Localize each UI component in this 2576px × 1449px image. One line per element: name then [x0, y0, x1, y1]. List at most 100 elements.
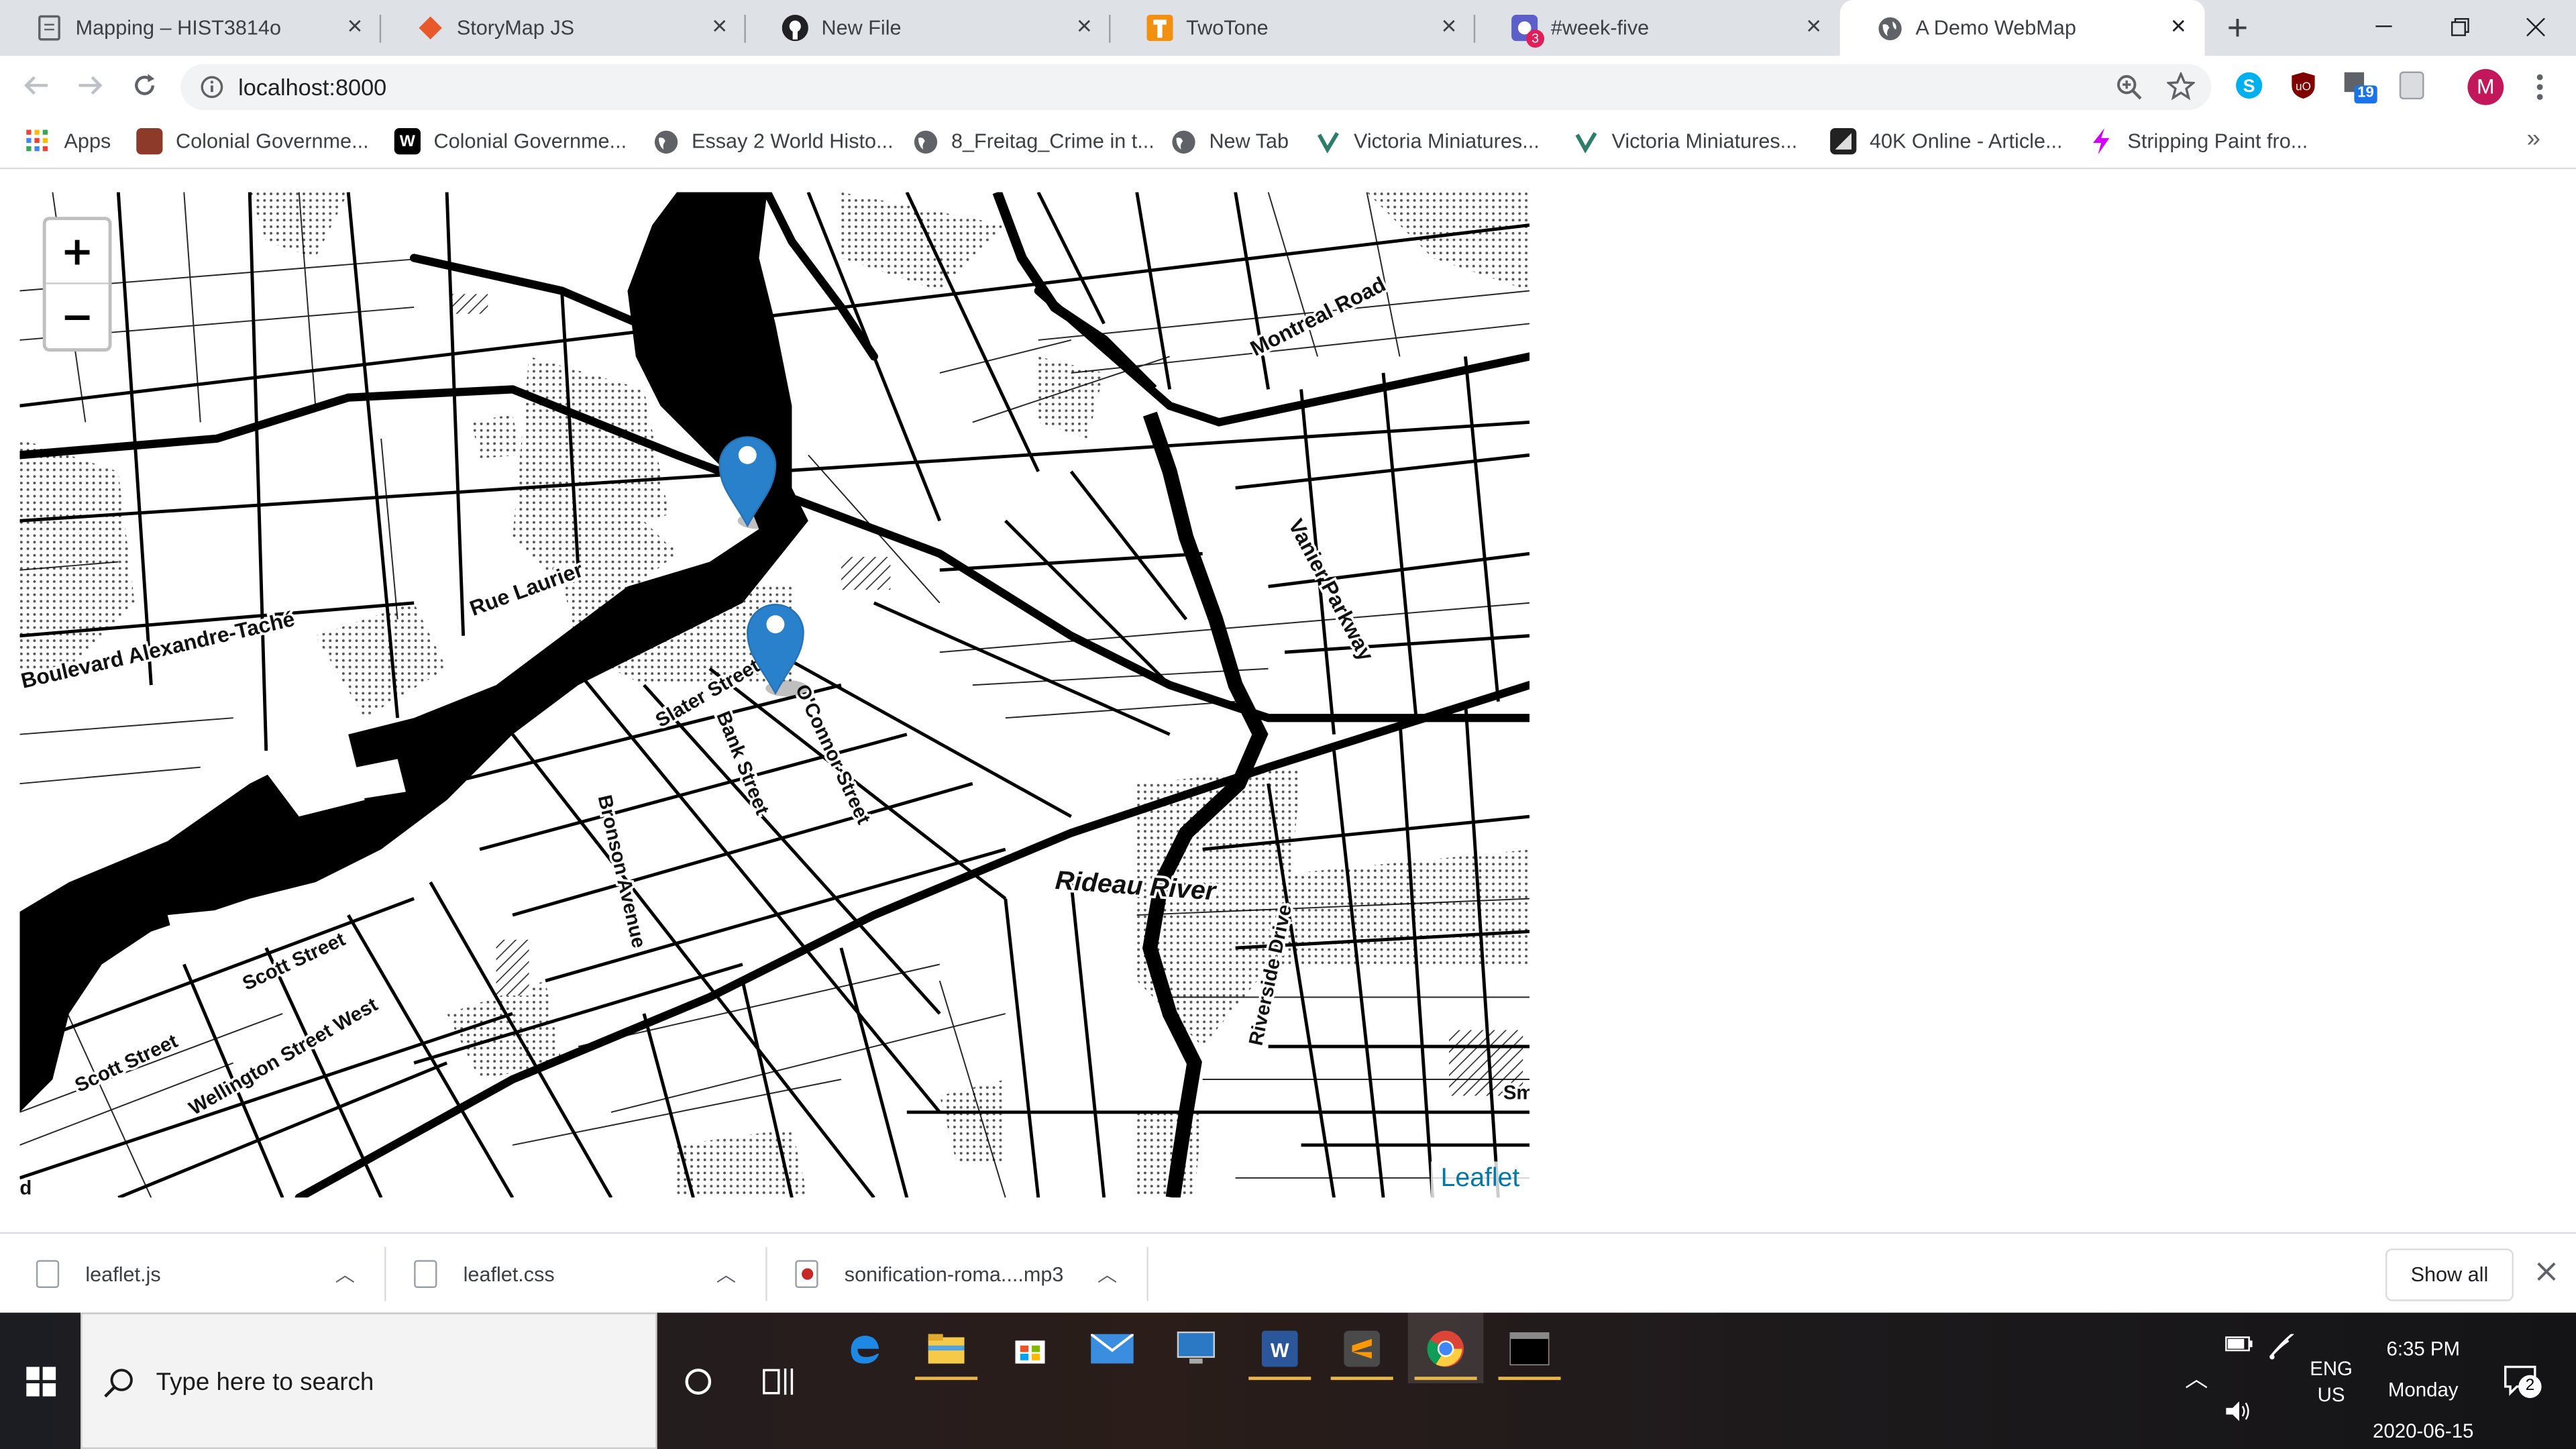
tab-twotone[interactable]: TwoTone ×	[1111, 0, 1476, 56]
task-view-icon[interactable]	[741, 1346, 816, 1416]
action-center-icon[interactable]: 2	[2504, 1365, 2543, 1403]
label-vanier-parkway: Vanier Parkway	[1284, 515, 1379, 665]
reload-button[interactable]	[127, 67, 163, 103]
bookmark-victoria-1[interactable]: Victoria Miniatures...	[1314, 127, 1540, 156]
reader-icon[interactable]	[2397, 70, 2426, 100]
skype-icon[interactable]: S	[2235, 70, 2264, 100]
globe-icon	[912, 128, 938, 154]
divider	[765, 1246, 767, 1301]
css-file-icon	[414, 1260, 437, 1289]
bookmark-stripping-paint[interactable]: Stripping Paint fro...	[2088, 127, 2308, 156]
globe-icon	[1170, 128, 1196, 154]
word-icon[interactable]: W	[1242, 1313, 1318, 1383]
close-tab-icon[interactable]: ×	[706, 14, 733, 41]
back-button[interactable]	[18, 67, 54, 103]
notification-badge: 3	[1526, 30, 1545, 48]
clock-date: 2020-06-15	[2373, 1419, 2474, 1443]
storymap-icon	[417, 15, 443, 41]
label-montreal-road: Montreal Road	[1246, 272, 1389, 360]
svg-text:W: W	[1271, 1339, 1289, 1361]
restore-button[interactable]	[2422, 0, 2498, 52]
bookmark-victoria-2[interactable]: Victoria Miniatures...	[1572, 127, 1797, 156]
start-button[interactable]	[0, 1313, 80, 1449]
bookmark-colonial-1[interactable]: Colonial Governme...	[136, 127, 369, 156]
extension-calendar-icon[interactable]: 19	[2343, 70, 2377, 104]
bookmark-colonial-2[interactable]: W Colonial Governme...	[394, 127, 627, 156]
terminal-icon[interactable]	[1492, 1313, 1568, 1383]
menu-kebab-icon[interactable]	[2527, 69, 2553, 105]
map-tiles: Montreal Road Vanier Parkway Rue Laurier…	[19, 192, 1530, 1198]
extension-badge: 19	[2357, 83, 2374, 101]
bookmark-star-icon[interactable]	[2165, 70, 2196, 109]
ublock-icon[interactable]: uO	[2288, 70, 2318, 100]
url-text[interactable]: localhost:8000	[238, 74, 386, 100]
show-hidden-icons-icon[interactable]: ︿	[2185, 1362, 2208, 1395]
close-window-button[interactable]	[2497, 0, 2573, 52]
windows-icon	[25, 1366, 56, 1396]
bookmark-new-tab[interactable]: New Tab	[1170, 127, 1289, 156]
close-tab-icon[interactable]: ×	[1436, 14, 1462, 41]
mail-icon[interactable]	[1075, 1313, 1150, 1383]
close-tab-icon[interactable]: ×	[1801, 14, 1827, 41]
info-icon[interactable]	[201, 76, 223, 107]
close-tab-icon[interactable]: ×	[341, 14, 368, 41]
taskbar-search-box[interactable]: Type here to search	[80, 1312, 657, 1449]
leaflet-attribution-link[interactable]: Leaflet	[1430, 1161, 1530, 1198]
show-all-button[interactable]: Show all	[2385, 1248, 2514, 1301]
bookmark-essay-2[interactable]: Essay 2 World Histo...	[652, 127, 894, 156]
clock-time: 6:35 PM	[2386, 1337, 2460, 1360]
label-bank-street: Bank Street	[712, 708, 773, 818]
bookmark-40k[interactable]: 40K Online - Article...	[1830, 127, 2063, 156]
wifi-icon[interactable]	[2267, 1330, 2298, 1366]
close-tab-icon[interactable]: ×	[1071, 14, 1097, 41]
close-download-bar-icon[interactable]	[2535, 1260, 2558, 1283]
close-tab-icon[interactable]: ×	[2165, 14, 2192, 41]
zoom-icon[interactable]	[2116, 74, 2142, 108]
zoom-in-button[interactable]: +	[46, 220, 109, 284]
chrome-icon[interactable]	[1407, 1312, 1484, 1384]
bookmark-label: 8_Freitag_Crime in t...	[951, 129, 1155, 153]
forward-button[interactable]	[72, 67, 109, 103]
download-item-leaflet-css[interactable]: leaflet.css ︿	[414, 1234, 762, 1314]
windows-taskbar: Type here to search W ︿ ENG US 6:35 PM Mo…	[0, 1312, 2576, 1449]
zoom-out-button[interactable]: −	[46, 284, 109, 349]
cortana-icon[interactable]	[660, 1346, 736, 1416]
marker-1[interactable]	[718, 436, 781, 529]
bookmark-label: Victoria Miniatures...	[1353, 129, 1540, 153]
tab-storymap[interactable]: StoryMap JS ×	[381, 0, 746, 56]
apps-grid-icon	[25, 128, 51, 154]
download-item-leaflet-js[interactable]: leaflet.js ︿	[36, 1234, 381, 1314]
battery-icon[interactable]	[2224, 1334, 2254, 1359]
bookmark-apps[interactable]: Apps	[25, 127, 111, 156]
label-oconnor-street: O'Connor Street	[791, 681, 875, 828]
chevron-up-icon[interactable]: ︿	[335, 1260, 355, 1288]
profile-avatar[interactable]: M	[2467, 68, 2504, 105]
address-bar[interactable]: localhost:8000	[180, 64, 2212, 111]
volume-icon[interactable]	[2224, 1400, 2254, 1428]
tab-demo-webmap[interactable]: A Demo WebMap ×	[1839, 0, 2205, 56]
bookmarks-bar: Apps Colonial Governme... W Colonial Gove…	[0, 115, 2576, 170]
file-explorer-icon[interactable]	[908, 1313, 984, 1383]
new-tab-button[interactable]: +	[2218, 7, 2257, 48]
sublime-text-icon[interactable]	[1324, 1313, 1400, 1383]
store-icon[interactable]	[992, 1313, 1068, 1383]
download-item-mp3[interactable]: sonification-roma....mp3 ︿	[795, 1234, 1143, 1314]
clock[interactable]: 6:35 PM Monday 2020-06-15	[2366, 1329, 2481, 1449]
bookmarks-overflow-icon[interactable]: »	[2527, 125, 2540, 153]
chevron-up-icon[interactable]: ︿	[716, 1260, 736, 1288]
remote-desktop-icon[interactable]	[1159, 1313, 1234, 1383]
edge-icon[interactable]	[826, 1313, 902, 1383]
tab-week-five[interactable]: 3 #week-five ×	[1475, 0, 1840, 56]
tab-mapping[interactable]: Mapping – HIST3814o ×	[0, 0, 382, 56]
minimize-button[interactable]	[2346, 0, 2422, 52]
tab-title: New File	[821, 16, 902, 40]
label-edge-sm: Sm	[1503, 1081, 1529, 1104]
tab-new-file[interactable]: New File ×	[746, 0, 1111, 56]
region-code: US	[2317, 1383, 2345, 1407]
chevron-up-icon[interactable]: ︿	[1097, 1260, 1117, 1288]
leaflet-map[interactable]: Montreal Road Vanier Parkway Rue Laurier…	[19, 192, 1530, 1198]
document-icon	[36, 15, 62, 41]
bookmark-freitag[interactable]: 8_Freitag_Crime in t...	[912, 127, 1155, 156]
tab-title: #week-five	[1550, 16, 1650, 40]
language-indicator[interactable]: ENG US	[2303, 1355, 2359, 1407]
